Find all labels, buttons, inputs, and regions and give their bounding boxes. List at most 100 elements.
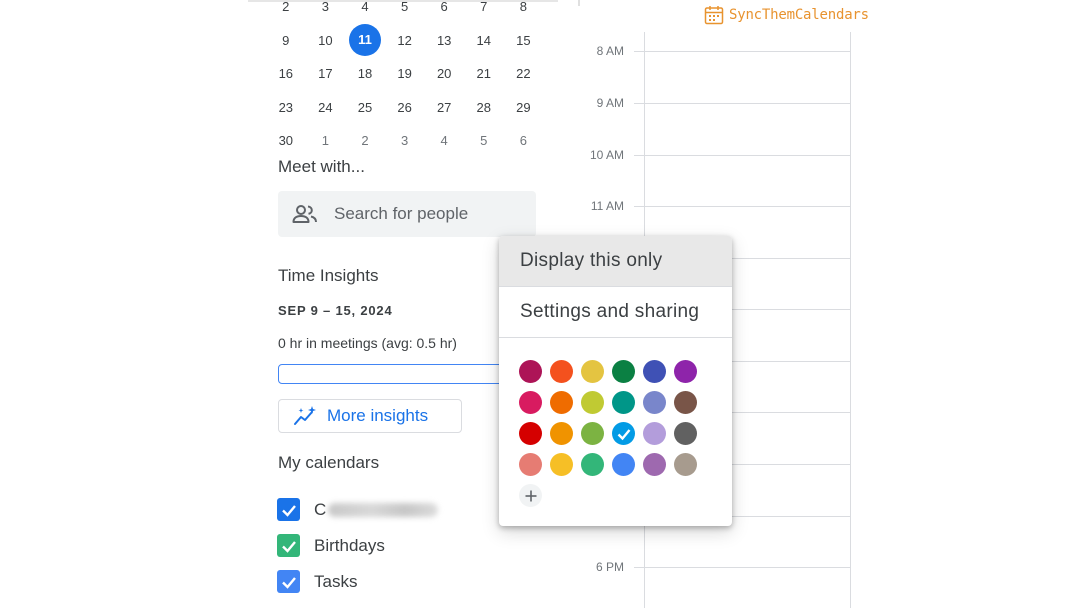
color-swatch[interactable] — [519, 391, 542, 414]
color-swatch[interactable] — [519, 453, 542, 476]
mini-calendar-day[interactable]: 6 — [504, 133, 544, 148]
hour-label: 11 AM — [590, 199, 624, 213]
mini-calendar-day[interactable]: 26 — [385, 100, 425, 115]
mini-calendar-day[interactable]: 5 — [464, 133, 504, 148]
people-icon — [292, 205, 317, 223]
time-insights-range: SEP 9 – 15, 2024 — [278, 303, 393, 318]
day-number: 12 — [397, 32, 412, 48]
color-swatch[interactable] — [550, 453, 573, 476]
color-swatch[interactable] — [612, 422, 635, 445]
color-swatch[interactable] — [550, 391, 573, 414]
mini-calendar-day[interactable]: 6 — [424, 0, 464, 14]
mini-calendar-day[interactable]: 27 — [424, 100, 464, 115]
mini-calendar-day[interactable]: 11 — [345, 24, 385, 57]
day-number: 29 — [516, 99, 531, 115]
mini-calendar-day[interactable]: 15 — [504, 33, 544, 48]
day-number: 13 — [436, 32, 452, 48]
mini-calendar-day[interactable]: 5 — [385, 0, 425, 14]
day-number: 6 — [519, 133, 527, 149]
mini-calendar-day[interactable]: 17 — [306, 66, 346, 81]
day-number: 11 — [348, 24, 381, 57]
day-number: 16 — [278, 66, 294, 82]
hour-line — [634, 567, 850, 568]
mini-calendar-day[interactable]: 7 — [464, 0, 504, 14]
mini-calendar-day[interactable]: 29 — [504, 100, 544, 115]
mini-calendar-day[interactable]: 28 — [464, 100, 504, 115]
mini-calendar-day[interactable]: 4 — [345, 0, 385, 14]
color-swatch[interactable] — [674, 422, 697, 445]
add-custom-color-button[interactable] — [519, 484, 542, 507]
mini-calendar-day[interactable]: 19 — [385, 66, 425, 81]
search-people-input[interactable] — [334, 204, 514, 224]
day-number: 3 — [400, 133, 409, 149]
hour-line — [634, 103, 850, 104]
grid-edge — [578, 0, 580, 6]
calendar-label: C — [314, 499, 327, 519]
checkbox[interactable] — [277, 534, 300, 557]
day-number: 22 — [516, 66, 531, 82]
day-number: 7 — [480, 0, 488, 15]
mini-calendar-day[interactable]: 4 — [424, 133, 464, 148]
calendar-item-birthdays[interactable]: Birthdays — [277, 534, 385, 557]
mini-calendar-day[interactable]: 3 — [385, 133, 425, 148]
mini-calendar-day[interactable]: 12 — [385, 33, 425, 48]
color-swatch[interactable] — [581, 422, 604, 445]
color-swatch[interactable] — [643, 391, 666, 414]
mini-calendar-day[interactable]: 2 — [345, 133, 385, 148]
mini-calendar-day[interactable]: 25 — [345, 100, 385, 115]
more-insights-button[interactable]: More insights — [278, 399, 462, 433]
mini-calendar-day[interactable]: 3 — [306, 0, 346, 14]
color-swatch[interactable] — [674, 391, 697, 414]
mini-calendar-week: 30 1 2 3 4 5 6 — [266, 124, 544, 158]
day-number: 2 — [282, 0, 290, 15]
color-swatch[interactable] — [612, 453, 635, 476]
calendar-item-tasks[interactable]: Tasks — [277, 570, 357, 593]
mini-calendar-day[interactable]: 18 — [345, 66, 385, 81]
color-swatch[interactable] — [643, 453, 666, 476]
color-swatch[interactable] — [550, 422, 573, 445]
mini-calendar-day[interactable]: 10 — [306, 33, 346, 48]
mini-calendar-day[interactable]: 23 — [266, 100, 306, 115]
mini-calendar-day[interactable]: 1 — [306, 133, 346, 148]
day-number: 17 — [318, 66, 333, 82]
color-swatch[interactable] — [519, 360, 542, 383]
color-swatch[interactable] — [581, 360, 604, 383]
mini-calendar-day[interactable]: 30 — [266, 133, 306, 148]
mini-calendar-day[interactable]: 16 — [266, 66, 306, 81]
color-swatch[interactable] — [612, 360, 635, 383]
color-swatch[interactable] — [643, 422, 666, 445]
color-swatch[interactable] — [581, 391, 604, 414]
mini-calendar-day[interactable]: 2 — [266, 0, 306, 14]
day-number: 28 — [476, 99, 491, 115]
day-number: 24 — [318, 99, 333, 115]
calendar-item-personal[interactable]: C — [277, 498, 439, 521]
color-swatch[interactable] — [643, 360, 666, 383]
mini-calendar-day[interactable]: 24 — [306, 100, 346, 115]
day-number: 5 — [480, 133, 488, 149]
color-swatch[interactable] — [612, 391, 635, 414]
color-swatch[interactable] — [581, 453, 604, 476]
day-number: 9 — [282, 32, 290, 48]
checkbox[interactable] — [277, 498, 300, 521]
insights-icon — [294, 406, 316, 425]
color-row — [519, 453, 732, 484]
mini-calendar-day[interactable]: 9 — [266, 33, 306, 48]
mini-calendar-day[interactable]: 8 — [504, 0, 544, 14]
color-row — [519, 360, 732, 391]
mini-calendar-day[interactable]: 20 — [424, 66, 464, 81]
menu-item-settings-sharing[interactable]: Settings and sharing — [499, 287, 732, 337]
mini-calendar-day[interactable]: 13 — [424, 33, 464, 48]
mini-calendar-day[interactable]: 21 — [464, 66, 504, 81]
color-swatch[interactable] — [550, 360, 573, 383]
checkmark-icon — [281, 576, 296, 589]
search-people-box[interactable] — [278, 191, 536, 237]
mini-calendar-day[interactable]: 22 — [504, 66, 544, 81]
color-swatch[interactable] — [519, 422, 542, 445]
mini-calendar-day[interactable]: 14 — [464, 33, 504, 48]
color-swatch[interactable] — [674, 453, 697, 476]
day-number: 21 — [476, 66, 491, 82]
color-swatch[interactable] — [674, 360, 697, 383]
checkbox[interactable] — [277, 570, 300, 593]
menu-item-display-only[interactable]: Display this only — [499, 236, 732, 286]
time-insights-bar — [278, 364, 504, 384]
